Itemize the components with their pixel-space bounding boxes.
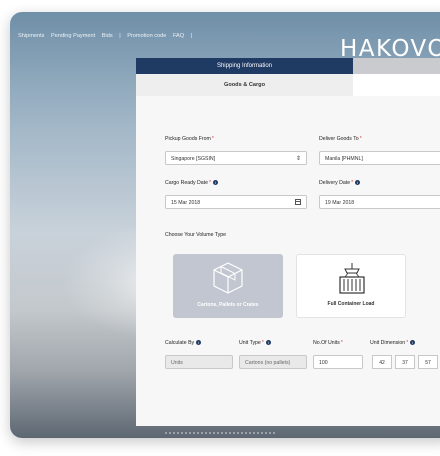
delivery-date-field[interactable]: 19 Mar 2018 <box>319 195 440 209</box>
deliver-label-text: Deliver Goods To <box>319 136 359 142</box>
volume-type-label: Choose Your Volume Type <box>165 232 227 238</box>
nav-bids[interactable]: Bids <box>102 33 113 39</box>
info-icon[interactable]: i <box>265 340 271 346</box>
nav-divider-2: | <box>190 33 193 39</box>
dimension-width-input[interactable]: 37 <box>395 355 415 369</box>
tab-next[interactable] <box>353 58 440 74</box>
cut-off-label <box>165 432 275 438</box>
deliver-select[interactable]: Manila [PHMNL] <box>319 151 440 165</box>
required-mark: * <box>211 136 214 142</box>
dimension-length-input[interactable]: 42 <box>372 355 392 369</box>
pickup-label: Pickup Goods From* <box>165 136 214 142</box>
unit-dimension-label: Unit Dimension* i <box>370 340 416 346</box>
pickup-select[interactable]: Singapore [SGSIN] ⇕ <box>165 151 307 165</box>
tab-shipping-information[interactable]: Shipping Information <box>136 58 353 74</box>
ready-date-value: 15 Mar 2018 <box>171 200 201 206</box>
unit-type-field[interactable]: Cartons (no pallets) <box>239 355 307 369</box>
tab-goods-cargo[interactable]: Goods & Cargo <box>136 74 353 96</box>
ready-date-label: Cargo Ready Date* i <box>165 180 218 186</box>
volume-option-fcl[interactable]: Full Container Load <box>296 254 406 318</box>
secondary-tabbar: Goods & Cargo <box>136 74 440 96</box>
required-mark: * <box>340 340 343 346</box>
required-mark: * <box>406 340 409 346</box>
units-value: 100 <box>319 360 328 366</box>
pickup-value: Singapore [SGSIN] <box>171 156 216 162</box>
box-icon <box>213 262 243 294</box>
deliver-value: Manila [PHMNL] <box>325 156 363 162</box>
delivery-date-label: Delivery Date* i <box>319 180 361 186</box>
container-icon <box>339 263 365 294</box>
info-icon[interactable]: i <box>212 180 218 186</box>
delivery-date-value: 19 Mar 2018 <box>325 200 355 206</box>
required-mark: * <box>351 180 354 186</box>
delivery-date-label-text: Delivery Date <box>319 180 351 186</box>
unit-dimension-label-text: Unit Dimension <box>370 340 406 346</box>
calculate-by-value: Units <box>171 360 183 366</box>
top-nav: Shipments Pending Payment Bids | Promoti… <box>18 33 197 39</box>
primary-tabbar: Shipping Information <box>136 58 440 74</box>
units-label-text: No.Of Units <box>313 340 340 346</box>
calendar-icon[interactable] <box>295 199 301 205</box>
unit-type-label-text: Unit Type <box>239 340 261 346</box>
volume-option-cartons[interactable]: Cartons, Pallets or Crates <box>173 254 283 318</box>
required-mark: * <box>261 340 264 346</box>
info-icon[interactable]: i <box>196 340 202 346</box>
calculate-by-field[interactable]: Units <box>165 355 233 369</box>
deliver-label: Deliver Goods To* <box>319 136 362 142</box>
volume-option-fcl-label: Full Container Load <box>327 301 375 307</box>
calculate-by-label-text: Calculate By <box>165 340 195 346</box>
unit-type-label: Unit Type* i <box>239 340 271 346</box>
nav-faq[interactable]: FAQ <box>173 33 184 39</box>
calculate-by-label: Calculate By i <box>165 340 202 346</box>
pickup-label-text: Pickup Goods From <box>165 136 211 142</box>
info-icon[interactable]: i <box>410 340 416 346</box>
info-icon[interactable]: i <box>355 180 361 186</box>
tab-secondary-next[interactable] <box>353 74 440 96</box>
nav-divider: | <box>119 33 121 39</box>
nav-pending-payment[interactable]: Pending Payment <box>51 33 95 39</box>
shipping-panel: Shipping Information Goods & Cargo Picku… <box>136 58 440 426</box>
volume-option-cartons-label: Cartons, Pallets or Crates <box>197 302 259 308</box>
required-mark: * <box>208 180 211 186</box>
select-arrows-icon: ⇕ <box>295 156 301 162</box>
dimension-height-input[interactable]: 57 <box>418 355 438 369</box>
units-input[interactable]: 100 <box>313 355 363 369</box>
nav-promotion-code[interactable]: Promotion code <box>127 33 166 39</box>
ready-date-label-text: Cargo Ready Date <box>165 180 208 186</box>
required-mark: * <box>359 136 362 142</box>
nav-shipments[interactable]: Shipments <box>18 33 44 39</box>
unit-type-value: Cartons (no pallets) <box>245 360 291 366</box>
units-label: No.Of Units* <box>313 340 343 346</box>
ready-date-field[interactable]: 15 Mar 2018 <box>165 195 307 209</box>
